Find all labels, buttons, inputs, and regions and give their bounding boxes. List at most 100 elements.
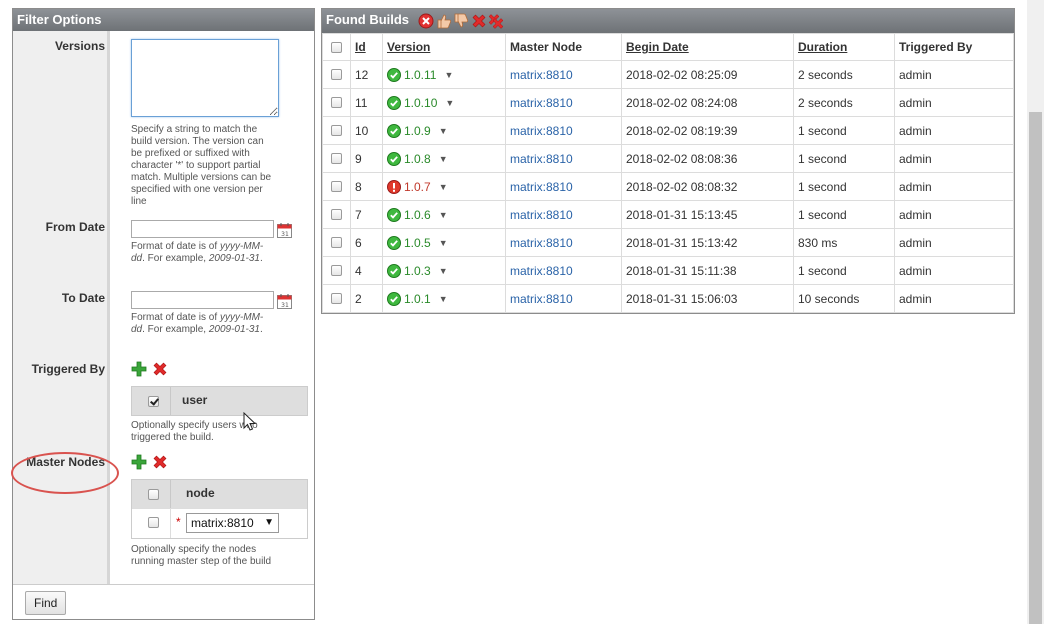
chevron-down-icon[interactable]: ▼ [439,126,448,136]
select-all-users-checkbox[interactable] [148,396,159,407]
build-row: 7 1.0.6 ▼ matrix:8810 2018-01-31 15:13:45 1 s… [322,200,1014,229]
master-nodes-table: node * matrix:8810 ▼ [131,479,308,539]
build-duration: 10 seconds [793,284,895,313]
build-version-cell: 1.0.1 ▼ [382,284,506,313]
build-triggered-by: admin [894,200,1014,229]
duration-column-header[interactable]: Duration [793,33,895,61]
master-node-select[interactable]: matrix:8810 ▼ [186,513,279,533]
user-column-header: user [182,393,208,407]
calendar-icon[interactable]: 31 [277,223,292,238]
chevron-down-icon[interactable]: ▼ [439,182,448,192]
master-node-link[interactable]: matrix:8810 [510,264,573,278]
select-all-builds-checkbox[interactable] [331,42,342,53]
build-version[interactable]: 1.0.8 [404,152,431,166]
build-duration: 1 second [793,144,895,173]
version-column-header[interactable]: Version [382,33,506,61]
thumbs-down-icon[interactable] [453,13,469,29]
add-icon[interactable] [131,361,147,377]
begin-date-column-header[interactable]: Begin Date [621,33,794,61]
find-button[interactable]: Find [25,591,67,615]
filter-options-panel: Filter Options Versions Specify a string… [11,8,315,620]
build-id: 8 [350,172,383,201]
build-row-checkbox[interactable] [331,153,342,164]
id-column-header[interactable]: Id [350,33,383,61]
master-node-link[interactable]: matrix:8810 [510,236,573,250]
build-row: 8 1.0.7 ▼ matrix:8810 2018-02-02 08:08:32 1 s… [322,172,1014,201]
add-icon[interactable] [131,454,147,470]
master-node-link[interactable]: matrix:8810 [510,96,573,110]
build-row-checkbox[interactable] [331,237,342,248]
versions-label: Versions [54,39,105,53]
chevron-down-icon[interactable]: ▼ [439,154,448,164]
master-node-link[interactable]: matrix:8810 [510,180,573,194]
build-version[interactable]: 1.0.3 [404,264,431,278]
build-version[interactable]: 1.0.11 [404,68,436,82]
node-row-checkbox[interactable] [148,517,159,528]
svg-text:31: 31 [281,231,289,238]
build-version[interactable]: 1.0.10 [404,96,437,110]
failed-icon [387,179,401,194]
chevron-down-icon[interactable]: ▼ [439,266,448,276]
versions-help: Specify a string to match the build vers… [131,124,272,207]
filter-body: Versions Specify a string to match the b… [11,31,314,584]
build-triggered-by: admin [894,172,1014,201]
build-begin-date: 2018-01-31 15:06:03 [621,284,794,313]
delete-icon[interactable] [152,361,168,377]
build-row: 9 1.0.8 ▼ matrix:8810 2018-02-02 08:08:36 1 s… [322,144,1014,173]
build-begin-date: 2018-01-31 15:13:45 [621,200,794,229]
build-version[interactable]: 1.0.1 [404,292,431,306]
build-begin-date: 2018-02-02 08:08:32 [621,172,794,201]
build-triggered-by: admin [894,60,1014,89]
cancel-icon[interactable] [418,13,434,29]
chevron-down-icon[interactable]: ▼ [444,70,453,80]
build-version[interactable]: 1.0.6 [404,208,431,222]
build-row-checkbox[interactable] [331,69,342,80]
master-nodes-table-header: node [132,480,307,508]
chevron-down-icon[interactable]: ▼ [445,98,454,108]
build-duration: 830 ms [793,228,895,257]
build-duration: 1 second [793,172,895,201]
versions-input[interactable] [131,39,279,117]
chevron-down-icon[interactable]: ▼ [439,210,448,220]
chevron-down-icon[interactable]: ▼ [439,238,448,248]
calendar-icon[interactable]: 31 [277,294,292,309]
scrollbar-thumb[interactable] [1029,112,1042,624]
build-row-checkbox[interactable] [331,209,342,220]
master-node-link[interactable]: matrix:8810 [510,124,573,138]
build-version[interactable]: 1.0.5 [404,236,431,250]
from-date-input[interactable] [131,220,274,238]
build-row: 6 1.0.5 ▼ matrix:8810 2018-01-31 15:13:42 830… [322,228,1014,257]
build-duration: 1 second [793,116,895,145]
to-date-input[interactable] [131,291,274,309]
build-row: 4 1.0.3 ▼ matrix:8810 2018-01-31 15:11:38 1 s… [322,256,1014,285]
master-node-link[interactable]: matrix:8810 [510,292,573,306]
build-row-checkbox[interactable] [331,265,342,276]
delete-icon[interactable] [152,454,168,470]
thumbs-up-icon[interactable] [436,13,452,29]
build-version[interactable]: 1.0.9 [404,124,431,138]
success-icon [387,235,401,250]
master-nodes-help: Optionally specify the nodes running mas… [131,544,272,567]
build-row: 2 1.0.1 ▼ matrix:8810 2018-01-31 15:06:03 10 … [322,284,1014,313]
build-version[interactable]: 1.0.7 [404,180,431,194]
build-begin-date: 2018-01-31 15:11:38 [621,256,794,285]
build-row-checkbox[interactable] [331,97,342,108]
build-row: 10 1.0.9 ▼ matrix:8810 2018-02-02 08:19:39 1 … [322,116,1014,145]
select-all-nodes-checkbox[interactable] [148,489,159,500]
filter-footer: Find [13,584,314,619]
delete-all-icon[interactable] [488,13,504,29]
build-triggered-by: admin [894,116,1014,145]
master-node-link[interactable]: matrix:8810 [510,152,573,166]
build-version-cell: 1.0.7 ▼ [382,172,506,201]
triggered-by-table: user [131,386,308,416]
build-row-checkbox[interactable] [331,181,342,192]
triggered-by-label: Triggered By [31,362,105,376]
build-row-checkbox[interactable] [331,125,342,136]
success-icon [387,291,401,306]
success-icon [387,151,401,166]
chevron-down-icon[interactable]: ▼ [439,294,448,304]
delete-icon[interactable] [471,13,487,29]
master-node-link[interactable]: matrix:8810 [510,208,573,222]
build-row-checkbox[interactable] [331,293,342,304]
master-node-link[interactable]: matrix:8810 [510,68,573,82]
